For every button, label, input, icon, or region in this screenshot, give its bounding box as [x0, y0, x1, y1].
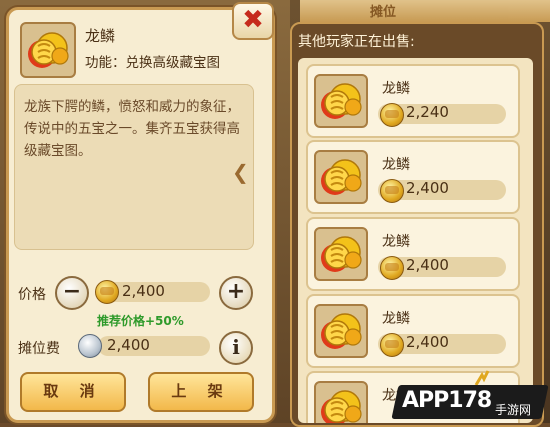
price-label: 价格	[18, 287, 46, 303]
watermark-text: APP178	[402, 388, 492, 413]
silver-coin-icon	[78, 334, 102, 358]
booth-fee-label: 摊位费	[18, 341, 60, 357]
gold-coin-icon	[380, 103, 404, 127]
listing-price: 2,400	[406, 333, 449, 351]
decrease-price-button[interactable]: −	[55, 276, 89, 310]
listing-card[interactable]: 龙鳞 2,400	[306, 217, 520, 291]
dragon-scale-icon	[20, 22, 76, 78]
cancel-button[interactable]: 取 消	[20, 372, 126, 412]
close-button[interactable]: ✖	[232, 2, 274, 40]
dragon-scale-icon	[314, 227, 368, 281]
listing-name: 龙鳞	[382, 234, 410, 250]
gold-coin-icon	[380, 256, 404, 280]
booth-fee-value: 2,400	[107, 336, 150, 354]
listing-price: 2,400	[406, 256, 449, 274]
dragon-scale-icon	[314, 304, 368, 358]
item-function: 功能：兑换高级藏宝图	[85, 55, 220, 71]
background-title-banner: 摊位	[300, 0, 550, 22]
listing-card[interactable]: 龙鳞 2,400	[306, 294, 520, 368]
recommended-price-text: 推荐价格+50%	[97, 314, 184, 328]
market-listing-list[interactable]: 龙鳞 2,240 龙鳞 2,400 龙鳞 2,400 龙鳞 2,400	[298, 58, 533, 423]
listing-price: 2,240	[406, 103, 449, 121]
dragon-scale-icon	[314, 150, 368, 204]
watermark-subtext: 手游网	[495, 403, 532, 417]
listing-name: 龙鳞	[382, 81, 410, 97]
gold-coin-icon	[380, 179, 404, 203]
chevron-left-icon[interactable]: ❮	[232, 160, 249, 184]
list-item-button[interactable]: 上 架	[148, 372, 254, 412]
item-name: 龙鳞	[85, 27, 116, 45]
item-description: 龙族下腭的鳞，愤怒和威力的象征，传说中的五宝之一。集齐五宝获得高级藏宝图。	[24, 99, 240, 159]
listing-price: 2,400	[406, 179, 449, 197]
listing-card[interactable]: 龙鳞 2,400	[306, 140, 520, 214]
dragon-scale-icon	[314, 74, 368, 128]
listing-name: 龙鳞	[382, 311, 410, 327]
listing-name: 龙鳞	[382, 157, 410, 173]
gold-coin-icon	[95, 280, 119, 304]
increase-price-button[interactable]: +	[219, 276, 253, 310]
info-button[interactable]: i	[219, 331, 253, 365]
gold-coin-icon	[380, 333, 404, 357]
dragon-scale-icon	[314, 381, 368, 423]
price-value: 2,400	[122, 282, 165, 300]
market-header: 其他玩家正在出售:	[298, 34, 415, 50]
listing-card[interactable]: 龙鳞 2,240	[306, 64, 520, 138]
